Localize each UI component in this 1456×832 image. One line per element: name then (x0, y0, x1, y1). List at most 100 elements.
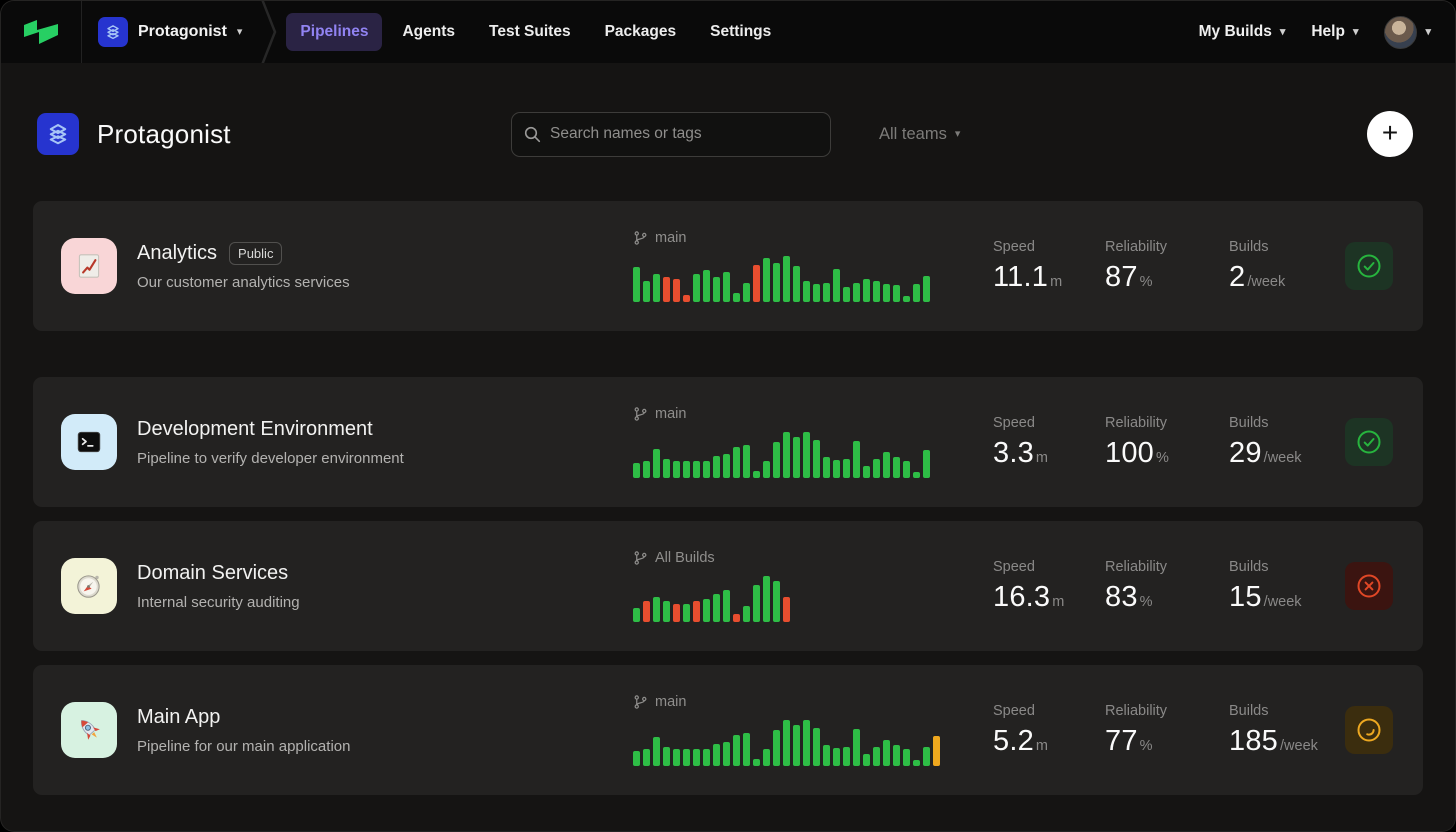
build-bar[interactable] (653, 737, 660, 766)
build-bar[interactable] (843, 287, 850, 302)
build-bar[interactable] (663, 459, 670, 478)
build-bar[interactable] (663, 747, 670, 766)
build-bar[interactable] (683, 295, 690, 302)
build-bar[interactable] (723, 742, 730, 766)
build-bar[interactable] (853, 441, 860, 478)
pipeline-row[interactable]: Main App Pipeline for our main applicati… (33, 665, 1423, 795)
build-bar[interactable] (893, 745, 900, 766)
build-bar[interactable] (703, 270, 710, 302)
build-bar[interactable] (933, 736, 940, 766)
build-bar[interactable] (643, 461, 650, 478)
build-status-badge[interactable] (1345, 562, 1393, 610)
build-bar[interactable] (713, 277, 720, 302)
build-bar[interactable] (723, 272, 730, 302)
build-bar[interactable] (683, 604, 690, 622)
build-bar[interactable] (723, 454, 730, 478)
build-bar[interactable] (683, 749, 690, 766)
build-bar[interactable] (833, 460, 840, 478)
build-bar[interactable] (763, 461, 770, 478)
build-bar[interactable] (773, 730, 780, 766)
build-bars[interactable] (633, 255, 933, 302)
build-bar[interactable] (703, 749, 710, 766)
build-bar[interactable] (883, 740, 890, 766)
build-bar[interactable] (743, 445, 750, 478)
tab-pipelines[interactable]: Pipelines (286, 13, 382, 51)
build-bar[interactable] (703, 461, 710, 478)
build-bar[interactable] (803, 432, 810, 478)
build-bar[interactable] (783, 720, 790, 766)
my-builds-menu[interactable]: My Builds ▾ (1199, 23, 1286, 41)
user-menu[interactable]: ▾ (1384, 16, 1431, 49)
pipeline-row[interactable]: Analytics Public Our customer analytics … (33, 201, 1423, 331)
pipeline-name[interactable]: Main App (137, 706, 220, 729)
build-bar[interactable] (713, 456, 720, 478)
build-bar[interactable] (713, 594, 720, 622)
build-bar[interactable] (723, 590, 730, 622)
build-bar[interactable] (833, 748, 840, 766)
build-bar[interactable] (853, 283, 860, 302)
build-bar[interactable] (783, 256, 790, 302)
tab-settings[interactable]: Settings (696, 13, 785, 51)
search-box[interactable] (511, 112, 831, 157)
build-bar[interactable] (873, 747, 880, 766)
build-bar[interactable] (793, 437, 800, 478)
build-bar[interactable] (903, 296, 910, 302)
build-bar[interactable] (663, 601, 670, 622)
build-bar[interactable] (873, 459, 880, 478)
build-bar[interactable] (753, 471, 760, 478)
build-bar[interactable] (883, 452, 890, 478)
build-status-badge[interactable] (1345, 706, 1393, 754)
build-bar[interactable] (823, 283, 830, 302)
org-switcher[interactable]: Protagonist ▾ (82, 1, 260, 63)
teams-filter[interactable]: All teams ▾ (879, 125, 960, 144)
build-bar[interactable] (913, 472, 920, 478)
build-bar[interactable] (733, 614, 740, 622)
build-bar[interactable] (643, 281, 650, 302)
build-bar[interactable] (813, 728, 820, 766)
pipeline-name[interactable]: Analytics (137, 242, 217, 265)
build-bar[interactable] (633, 463, 640, 478)
build-status-badge[interactable] (1345, 242, 1393, 290)
build-bars[interactable] (633, 719, 933, 766)
build-bar[interactable] (903, 749, 910, 766)
build-bar[interactable] (923, 450, 930, 478)
build-bar[interactable] (923, 747, 930, 766)
build-bar[interactable] (873, 281, 880, 302)
build-bar[interactable] (843, 459, 850, 478)
tab-packages[interactable]: Packages (591, 13, 691, 51)
build-bar[interactable] (803, 720, 810, 766)
pipeline-row[interactable]: Development Environment Pipeline to veri… (33, 377, 1423, 507)
build-bar[interactable] (693, 461, 700, 478)
build-bar[interactable] (823, 457, 830, 478)
build-bar[interactable] (653, 449, 660, 478)
build-bar[interactable] (773, 442, 780, 478)
build-bar[interactable] (773, 581, 780, 622)
branch-name[interactable]: main (655, 230, 686, 246)
build-bar[interactable] (673, 749, 680, 766)
build-bar[interactable] (733, 293, 740, 302)
build-bar[interactable] (643, 601, 650, 622)
tab-agents[interactable]: Agents (388, 13, 469, 51)
build-bar[interactable] (663, 277, 670, 302)
branch-name[interactable]: main (655, 694, 686, 710)
build-bar[interactable] (673, 279, 680, 302)
build-bar[interactable] (633, 267, 640, 302)
build-bar[interactable] (813, 440, 820, 478)
build-bar[interactable] (853, 729, 860, 766)
build-bar[interactable] (743, 283, 750, 302)
build-bar[interactable] (893, 457, 900, 478)
build-bar[interactable] (903, 461, 910, 478)
build-bar[interactable] (763, 258, 770, 302)
build-bar[interactable] (673, 604, 680, 622)
build-bar[interactable] (783, 432, 790, 478)
search-input[interactable] (550, 125, 818, 143)
build-bar[interactable] (763, 749, 770, 766)
build-bar[interactable] (823, 745, 830, 766)
buildkite-logo[interactable] (1, 1, 81, 63)
build-bar[interactable] (753, 585, 760, 622)
build-bar[interactable] (733, 735, 740, 766)
build-bar[interactable] (763, 576, 770, 622)
build-bar[interactable] (753, 759, 760, 766)
build-bar[interactable] (683, 461, 690, 478)
build-bar[interactable] (633, 751, 640, 766)
